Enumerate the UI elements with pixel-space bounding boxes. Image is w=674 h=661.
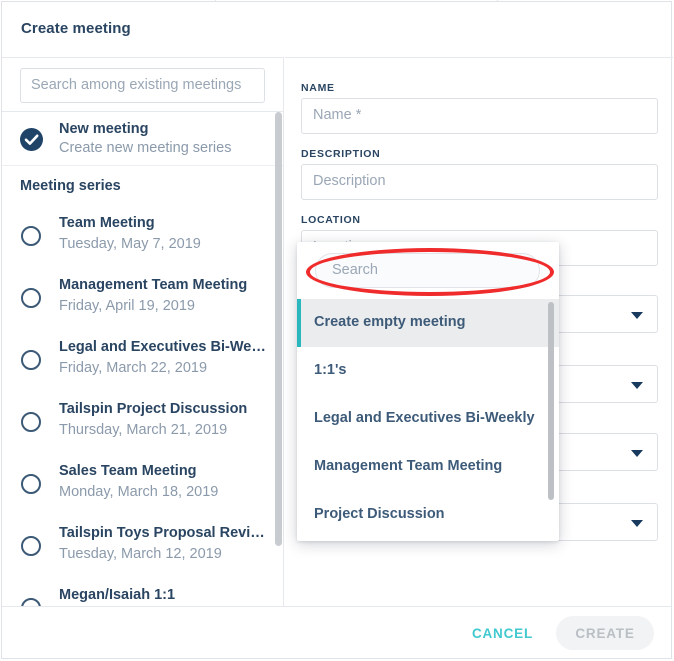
dropdown-search-placeholder: Search [332,262,378,278]
sidebar-scrollbar[interactable] [275,112,282,546]
new-meeting-title: New meeting [59,121,149,137]
dropdown-option-label: 1:1's [314,362,347,378]
meeting-series-header: Meeting series [20,178,121,194]
list-item-title: Management Team Meeting [59,277,248,293]
name-field-placeholder: Name * [313,107,362,123]
list-item[interactable]: Legal and Executives Bi-We… Friday, Marc… [2,329,283,391]
dropdown-options-list: Create empty meeting 1:1's Legal and Exe… [297,299,559,541]
description-field-placeholder: Description [313,173,386,189]
radio-icon[interactable] [21,288,41,308]
list-item[interactable]: Team Meeting Tuesday, May 7, 2019 [2,205,283,267]
dropdown-option-management-team-meeting[interactable]: Management Team Meeting [297,443,559,491]
name-field[interactable]: Name * [301,98,658,134]
list-item-title: Tailspin Project Discussion [59,401,248,417]
search-input[interactable]: Search among existing meetings [20,68,265,103]
list-item[interactable]: Management Team Meeting Friday, April 19… [2,267,283,329]
meeting-series-sidebar: Search among existing meetings New meeti… [2,57,284,608]
chevron-down-icon [631,520,643,527]
radio-icon[interactable] [21,474,41,494]
list-item[interactable]: Tailspin Toys Proposal Revie… Tuesday, M… [2,515,283,577]
dialog-header: Create meeting [2,2,671,57]
dialog-footer: CANCEL CREATE [2,606,671,658]
radio-icon[interactable] [21,226,41,246]
list-item-date: Monday, March 18, 2019 [59,484,219,500]
check-circle-filled-icon [20,128,43,151]
dropdown-option-label: Management Team Meeting [314,458,503,474]
create-button[interactable]: CREATE [556,616,654,650]
description-field-label: DESCRIPTION [301,148,381,160]
chevron-down-icon [631,382,643,389]
dropdown-scrollbar[interactable] [548,302,554,500]
radio-icon[interactable] [21,536,41,556]
chevron-down-icon [631,312,643,319]
dropdown-option-create-empty-meeting[interactable]: Create empty meeting [297,299,559,347]
sidebar-item-new-meeting[interactable]: New meeting Create new meeting series [2,112,283,166]
list-item-date: Friday, April 19, 2019 [59,298,195,314]
location-field-label: LOCATION [301,214,361,226]
list-item-title: Legal and Executives Bi-We… [59,339,266,355]
selected-accent-bar [297,299,301,347]
search-input-placeholder: Search among existing meetings [31,77,242,93]
radio-icon[interactable] [21,350,41,370]
list-item[interactable]: Megan/Isaiah 1:1 Monday, March 11, 2019 [2,577,283,608]
list-item-title: Team Meeting [59,215,155,231]
list-item-title: Sales Team Meeting [59,463,197,479]
list-item-title: Megan/Isaiah 1:1 [59,587,176,603]
list-item[interactable]: Sales Team Meeting Monday, March 18, 201… [2,453,283,515]
list-item-date: Tuesday, May 7, 2019 [59,236,201,252]
name-field-label: NAME [301,82,335,94]
dropdown-search-input[interactable]: Search [315,253,540,288]
dropdown-search-container: Search [297,242,559,299]
dropdown-option-legal-and-executives-bi-weekly[interactable]: Legal and Executives Bi-Weekly [297,395,559,443]
page-title: Create meeting [21,20,131,37]
list-item-date: Friday, March 22, 2019 [59,360,208,376]
list-item-date: Tuesday, March 12, 2019 [59,546,222,562]
dropdown-option-1-1s[interactable]: 1:1's [297,347,559,395]
sidebar-search-container: Search among existing meetings [2,58,283,112]
list-item-title: Tailspin Toys Proposal Revie… [59,525,271,541]
cancel-button[interactable]: CANCEL [462,620,543,647]
radio-icon[interactable] [21,412,41,432]
chevron-down-icon [631,450,643,457]
screenshot-root: Create meeting Search among existing mee… [0,0,674,661]
dropdown-option-label: Project Discussion [314,506,445,522]
list-item[interactable]: Tailspin Project Discussion Thursday, Ma… [2,391,283,453]
dropdown-option-label: Create empty meeting [314,314,466,330]
dropdown-option-label: Legal and Executives Bi-Weekly [314,410,535,426]
dropdown-option-project-discussion[interactable]: Project Discussion [297,491,559,539]
description-field[interactable]: Description [301,164,658,200]
new-meeting-subtitle: Create new meeting series [59,140,232,156]
list-item-date: Thursday, March 21, 2019 [59,422,228,438]
meeting-template-dropdown: Search Create empty meeting 1:1's Legal … [297,242,559,541]
meeting-series-list: Team Meeting Tuesday, May 7, 2019 Manage… [2,205,283,608]
